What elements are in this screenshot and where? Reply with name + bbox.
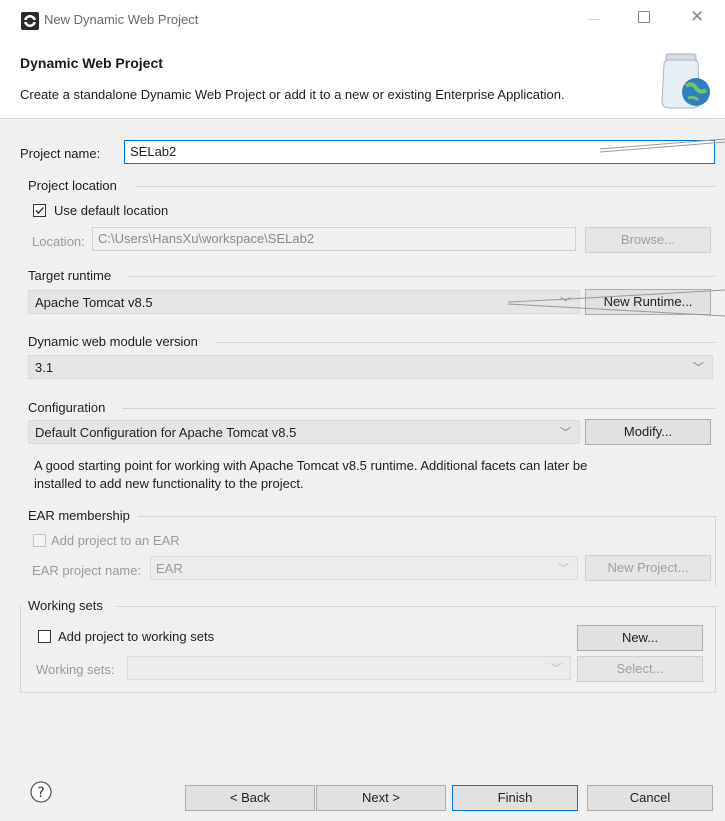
use-default-location-label: Use default location (54, 203, 169, 218)
eclipse-app-icon (20, 11, 40, 31)
group-border (715, 606, 716, 692)
configuration-description-line1: A good starting point for working with A… (34, 458, 588, 473)
group-divider (135, 186, 715, 187)
back-button[interactable]: < Back (185, 785, 315, 811)
chevron-down-icon: ﹀ (693, 362, 704, 374)
use-default-location-checkbox[interactable] (33, 204, 46, 217)
add-to-ear-label: Add project to an EAR (51, 533, 180, 548)
new-working-set-button[interactable]: New... (577, 625, 703, 651)
svg-text:?: ? (37, 785, 44, 801)
page-title: Dynamic Web Project (20, 55, 163, 71)
configuration-select[interactable]: Default Configuration for Apache Tomcat … (28, 420, 580, 444)
location-label: Location: (32, 234, 85, 249)
configuration-value: Default Configuration for Apache Tomcat … (35, 425, 297, 440)
web-project-jar-icon (652, 48, 716, 112)
chevron-down-icon: ﹀ (560, 297, 571, 309)
next-button[interactable]: Next > (316, 785, 446, 811)
web-module-version-select[interactable]: 3.1 ﹀ (28, 355, 713, 379)
select-working-sets-button[interactable]: Select... (577, 656, 703, 682)
project-name-label: Project name: (20, 146, 101, 161)
modify-button[interactable]: Modify... (585, 419, 711, 445)
chevron-down-icon: ﹀ (558, 563, 569, 575)
web-module-version-value: 3.1 (35, 360, 54, 375)
group-divider (20, 692, 716, 693)
target-runtime-select[interactable]: Apache Tomcat v8.5 ﹀ (28, 290, 580, 314)
ear-project-name-value: EAR (156, 561, 183, 576)
group-divider (122, 408, 715, 409)
cancel-button[interactable]: Cancel (587, 785, 713, 811)
working-sets-select[interactable]: ﹀ (127, 656, 571, 680)
project-name-value: SELab2 (130, 144, 177, 159)
group-divider (128, 276, 715, 277)
configuration-group-label: Configuration (28, 400, 106, 415)
ear-group-label: EAR membership (28, 508, 130, 523)
close-button[interactable]: ✕ (690, 7, 704, 27)
question-circle-icon[interactable]: ? (30, 781, 52, 803)
group-border (715, 516, 716, 586)
target-runtime-group-label: Target runtime (28, 268, 112, 283)
group-border (20, 606, 21, 692)
group-divider (116, 606, 715, 607)
window-title: New Dynamic Web Project (44, 12, 199, 27)
location-value: C:\Users\HansXu\workspace\SELab2 (98, 231, 315, 246)
project-location-group-label: Project location (28, 178, 117, 193)
chevron-down-icon: ﹀ (560, 427, 571, 439)
maximize-button[interactable] (638, 11, 650, 23)
group-divider (138, 516, 715, 517)
minimize-button[interactable] (588, 19, 600, 20)
new-runtime-label: New Runtime... (603, 294, 693, 309)
web-module-group-label: Dynamic web module version (28, 334, 198, 349)
add-to-working-sets-checkbox[interactable] (38, 630, 51, 643)
ear-project-name-label: EAR project name: (32, 563, 142, 578)
finish-button[interactable]: Finish (452, 785, 578, 811)
browse-button[interactable]: Browse... (585, 227, 711, 253)
working-sets-group-label: Working sets (28, 598, 103, 613)
target-runtime-value: Apache Tomcat v8.5 (35, 295, 153, 310)
project-name-input[interactable]: SELab2 (124, 140, 715, 164)
add-to-working-sets-label: Add project to working sets (58, 629, 215, 644)
location-input[interactable]: C:\Users\HansXu\workspace\SELab2 (92, 227, 576, 251)
group-divider (216, 342, 715, 343)
working-sets-label: Working sets: (36, 662, 115, 677)
configuration-description-line2: installed to add new functionality to th… (34, 476, 304, 491)
page-description: Create a standalone Dynamic Web Project … (20, 87, 565, 102)
chevron-down-icon: ﹀ (551, 663, 562, 675)
new-ear-project-button[interactable]: New Project... (585, 555, 711, 581)
annotation-callout-lines (0, 0, 725, 821)
ear-project-name-select[interactable]: EAR ﹀ (150, 556, 578, 580)
new-runtime-button[interactable]: New Runtime... (585, 289, 711, 315)
add-to-ear-checkbox[interactable] (33, 534, 46, 547)
